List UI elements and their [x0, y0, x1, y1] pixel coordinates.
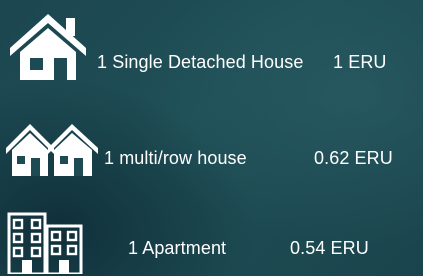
eru-row-apartment: 1 Apartment 0.54 ERU [0, 196, 423, 276]
row-value: 1 ERU [333, 52, 387, 72]
row-houses-icon [6, 124, 98, 176]
row-value: 0.54 ERU [290, 238, 369, 258]
eru-row-single-house: 1 Single Detached House 1 ERU [0, 0, 423, 92]
eru-row-multi-house: 1 multi/row house 0.62 ERU [0, 100, 423, 190]
row-label: 1 multi/row house [104, 148, 247, 168]
apartment-buildings-icon [7, 212, 83, 274]
house-icon [10, 14, 86, 80]
row-label: 1 Apartment [128, 238, 227, 258]
eru-slide: { "rows": [ { "icon": "house-icon", "lab… [0, 0, 423, 276]
row-value: 0.62 ERU [314, 148, 393, 168]
row-label: 1 Single Detached House [97, 52, 304, 72]
